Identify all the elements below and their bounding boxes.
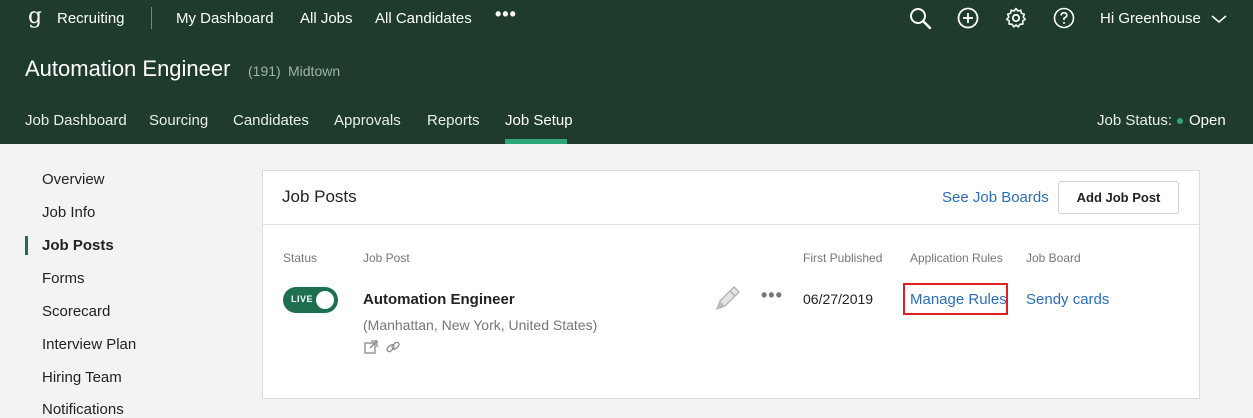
job-title: Automation Engineer — [25, 56, 231, 81]
sidebar-item-scorecard[interactable]: Scorecard — [42, 303, 110, 320]
job-board-link[interactable]: Sendy cards — [1026, 291, 1109, 308]
column-header-status: Status — [283, 251, 318, 265]
nav-more-button[interactable]: ••• — [495, 4, 517, 25]
nav-divider — [151, 7, 152, 29]
job-status-value: Open — [1189, 112, 1226, 129]
status-dot-icon — [1177, 118, 1183, 124]
link-icon[interactable] — [385, 339, 401, 355]
add-circle-icon[interactable] — [956, 6, 980, 30]
job-posts-card: Job Posts See Job Boards Add Job Post St… — [262, 170, 1200, 399]
live-status-toggle[interactable]: LIVE — [283, 287, 338, 313]
tab-job-setup[interactable]: Job Setup — [505, 112, 573, 129]
manage-rules-highlight: Manage Rules — [903, 283, 1008, 315]
edit-pencil-icon[interactable] — [713, 283, 743, 313]
add-job-post-button[interactable]: Add Job Post — [1058, 181, 1179, 214]
job-status-label: Job Status: — [1097, 112, 1173, 129]
toggle-knob — [316, 291, 334, 309]
sidebar-item-overview[interactable]: Overview — [42, 171, 105, 188]
sidebar-item-job-info[interactable]: Job Info — [42, 204, 95, 221]
job-location: Midtown — [288, 63, 341, 79]
column-header-job-board: Job Board — [1026, 251, 1081, 265]
tab-job-dashboard[interactable]: Job Dashboard — [25, 112, 127, 129]
card-header: Job Posts See Job Boards Add Job Post — [263, 171, 1199, 225]
column-header-application-rules: Application Rules — [910, 251, 1003, 265]
row-more-options-button[interactable]: ••• — [761, 285, 783, 306]
gear-icon[interactable] — [1004, 6, 1028, 30]
sidebar-item-hiring-team[interactable]: Hiring Team — [42, 369, 122, 386]
card-title: Job Posts — [282, 187, 357, 206]
search-icon[interactable] — [908, 6, 932, 30]
tab-candidates[interactable]: Candidates — [233, 112, 309, 129]
nav-all-jobs[interactable]: All Jobs — [300, 10, 353, 27]
job-candidate-count: (191) — [248, 63, 281, 79]
nav-all-candidates[interactable]: All Candidates — [375, 10, 472, 27]
help-icon[interactable] — [1052, 6, 1076, 30]
sidebar-item-notifications[interactable]: Notifications — [42, 401, 124, 418]
user-greeting: Hi Greenhouse — [1100, 10, 1201, 27]
active-tab-indicator — [505, 139, 567, 144]
tab-sourcing[interactable]: Sourcing — [149, 112, 208, 129]
sidebar-item-job-posts[interactable]: Job Posts — [42, 237, 114, 254]
tab-approvals[interactable]: Approvals — [334, 112, 401, 129]
see-job-boards-link[interactable]: See Job Boards — [942, 189, 1049, 206]
chevron-down-icon — [1211, 15, 1227, 24]
column-header-first-published: First Published — [803, 251, 883, 265]
tab-reports[interactable]: Reports — [427, 112, 480, 129]
nav-my-dashboard[interactable]: My Dashboard — [176, 10, 274, 27]
sidebar-active-indicator — [25, 236, 28, 255]
external-link-icon[interactable] — [363, 339, 379, 355]
brand-label[interactable]: Recruiting — [57, 10, 125, 27]
job-post-location: (Manhattan, New York, United States) — [363, 317, 598, 333]
first-published-date: 06/27/2019 — [803, 291, 874, 307]
greenhouse-logo[interactable]: g — [28, 4, 42, 29]
job-post-name[interactable]: Automation Engineer — [363, 291, 515, 308]
live-label: LIVE — [291, 294, 314, 304]
user-menu[interactable]: Hi Greenhouse — [1100, 10, 1227, 27]
sidebar-item-forms[interactable]: Forms — [42, 270, 85, 287]
top-header: g Recruiting My Dashboard All Jobs All C… — [0, 0, 1253, 144]
sidebar-item-interview-plan[interactable]: Interview Plan — [42, 336, 136, 353]
manage-rules-link[interactable]: Manage Rules — [910, 291, 1007, 308]
column-header-job-post: Job Post — [363, 251, 410, 265]
